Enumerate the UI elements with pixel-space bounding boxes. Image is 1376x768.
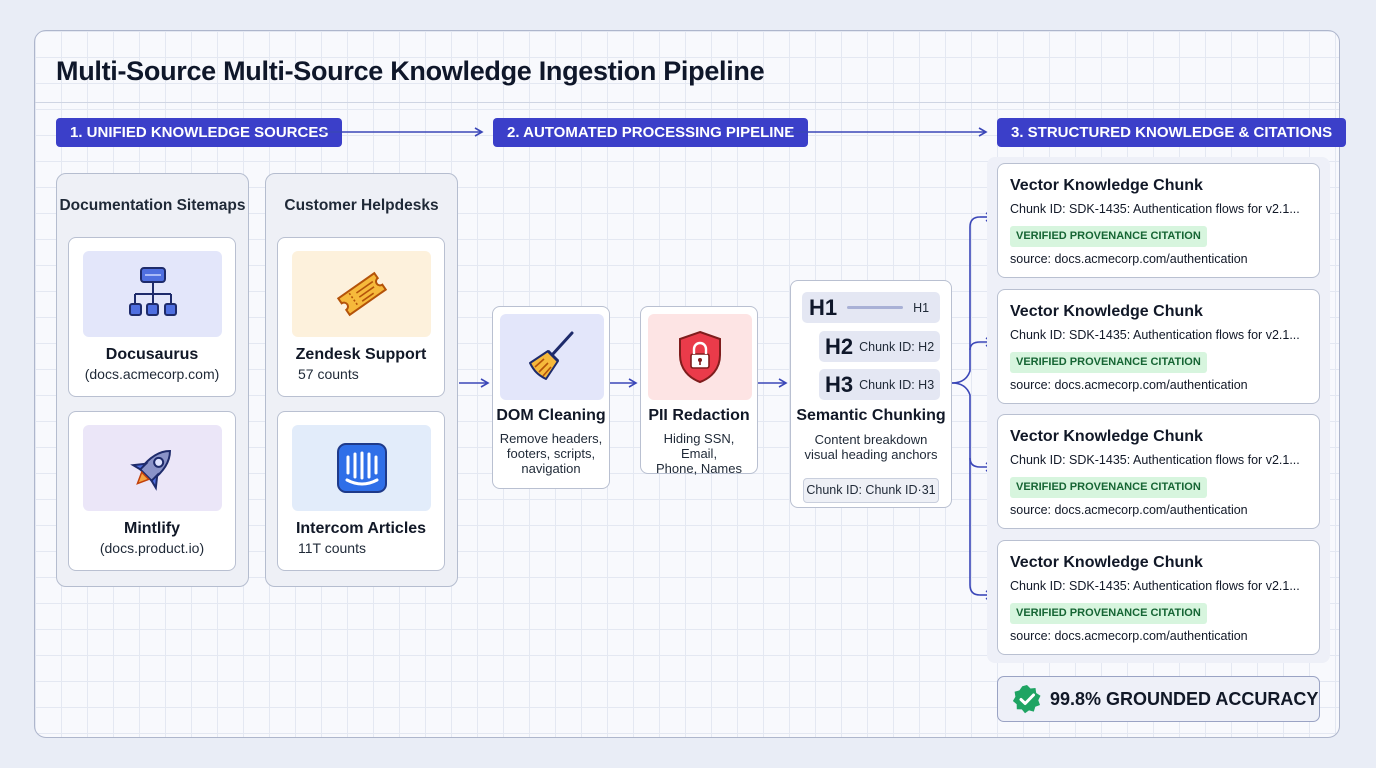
- heading-anchor-h1: H1 H1: [802, 292, 940, 323]
- heading-label: Chunk ID: H3: [859, 377, 935, 392]
- provenance-badge: VERIFIED PROVENANCE CITATION: [1010, 226, 1207, 247]
- accuracy-badge: 99.8% GROUNDED ACCURACY: [997, 676, 1320, 722]
- source-detail: (docs.acmecorp.com): [84, 366, 220, 382]
- description-line: Phone, Names: [656, 461, 742, 476]
- vector-chunk-card[interactable]: Vector Knowledge Chunk Chunk ID: SDK-143…: [997, 540, 1320, 655]
- process-name: Semantic Chunking: [796, 407, 946, 424]
- chunk-source: source: docs.acmecorp.com/authentication: [1010, 629, 1248, 643]
- rocket-icon: [83, 425, 222, 511]
- process-description: Remove headers, footers, scripts, naviga…: [497, 431, 605, 476]
- fanout-trunk: [951, 216, 981, 384]
- chunk-title: Vector Knowledge Chunk: [1010, 303, 1203, 320]
- process-card-pii-redaction[interactable]: PII Redaction Hiding SSN, Email, Phone, …: [640, 306, 758, 476]
- chunk-id: Chunk ID: SDK-1435: Authentication flows…: [1010, 453, 1300, 467]
- source-card-intercom[interactable]: Intercom Articles 11T counts: [277, 411, 445, 571]
- source-name: Intercom Articles: [295, 520, 427, 537]
- ticket-icon: [292, 251, 431, 337]
- provenance-badge: VERIFIED PROVENANCE CITATION: [1010, 603, 1207, 624]
- source-card-mintlify[interactable]: Mintlify (docs.product.io): [68, 411, 236, 571]
- chunk-source: source: docs.acmecorp.com/authentication: [1010, 378, 1248, 392]
- chunk-source: source: docs.acmecorp.com/authentication: [1010, 252, 1248, 266]
- chunk-title: Vector Knowledge Chunk: [1010, 554, 1203, 571]
- source-detail: 11T counts: [298, 540, 366, 556]
- process-card-dom-cleaning[interactable]: DOM Cleaning Remove headers, footers, sc…: [492, 306, 610, 489]
- process-description: Content breakdown visual heading anchors: [795, 432, 947, 462]
- description-line: Remove headers,: [499, 431, 603, 446]
- vector-chunk-card[interactable]: Vector Knowledge Chunk Chunk ID: SDK-143…: [997, 289, 1320, 404]
- chunk-id: Chunk ID: SDK-1435: Authentication flows…: [1010, 328, 1300, 342]
- description-line: visual heading anchors: [804, 447, 938, 462]
- description-line: footers, scripts,: [506, 446, 596, 461]
- source-card-docusaurus[interactable]: Docusaurus (docs.acmecorp.com): [68, 237, 236, 397]
- description-line: Content breakdown: [814, 432, 928, 447]
- chunk-id-tag: Chunk ID: Chunk ID·31: [803, 478, 939, 503]
- source-detail: 57 counts: [298, 366, 359, 382]
- provenance-badge: VERIFIED PROVENANCE CITATION: [1010, 352, 1207, 373]
- source-card-zendesk[interactable]: Zendesk Support 57 counts: [277, 237, 445, 397]
- source-detail: (docs.product.io): [99, 540, 205, 556]
- process-name: PII Redaction: [648, 407, 750, 424]
- process-name: DOM Cleaning: [496, 407, 606, 424]
- description-line: Hiding SSN, Email,: [663, 431, 735, 461]
- heading-tag: H1: [809, 294, 838, 320]
- process-card-semantic-chunking[interactable]: H1 H1 H2 Chunk ID: H2 H3 Chunk ID: H3 Se…: [790, 280, 952, 508]
- broom-icon: [500, 314, 604, 400]
- heading-label: H1: [913, 300, 930, 315]
- group-title: Customer Helpdesks: [284, 197, 439, 214]
- heading-placeholder-line: [847, 306, 904, 309]
- sitemap-icon: [83, 251, 222, 337]
- chunk-id: Chunk ID: SDK-1435: Authentication flows…: [1010, 579, 1300, 593]
- source-name: Docusaurus: [105, 346, 199, 363]
- group-title: Documentation Sitemaps: [59, 197, 246, 214]
- source-name: Zendesk Support: [295, 346, 427, 363]
- check-badge-icon: [1012, 684, 1042, 714]
- chunk-title: Vector Knowledge Chunk: [1010, 177, 1203, 194]
- description-line: navigation: [521, 461, 581, 476]
- source-name: Mintlify: [124, 520, 180, 537]
- shield-lock-icon: [648, 314, 752, 400]
- chunk-source: source: docs.acmecorp.com/authentication: [1010, 503, 1248, 517]
- vector-chunk-card[interactable]: Vector Knowledge Chunk Chunk ID: SDK-143…: [997, 414, 1320, 529]
- vector-chunk-card[interactable]: Vector Knowledge Chunk Chunk ID: SDK-143…: [997, 163, 1320, 278]
- heading-label: Chunk ID: H2: [859, 339, 935, 354]
- fanout-trunk-lower: [951, 382, 981, 596]
- heading-tag: H2: [825, 333, 854, 359]
- process-description: Hiding SSN, Email, Phone, Names: [645, 431, 753, 476]
- provenance-badge: VERIFIED PROVENANCE CITATION: [1010, 477, 1207, 498]
- chunk-title: Vector Knowledge Chunk: [1010, 428, 1203, 445]
- chunk-id: Chunk ID: SDK-1435: Authentication flows…: [1010, 202, 1300, 216]
- heading-anchor-h3: H3 Chunk ID: H3: [819, 369, 940, 400]
- accuracy-label: 99.8% GROUNDED ACCURACY: [1050, 688, 1319, 709]
- intercom-icon: [292, 425, 431, 511]
- heading-tag: H3: [825, 371, 854, 397]
- heading-anchor-h2: H2 Chunk ID: H2: [819, 331, 940, 362]
